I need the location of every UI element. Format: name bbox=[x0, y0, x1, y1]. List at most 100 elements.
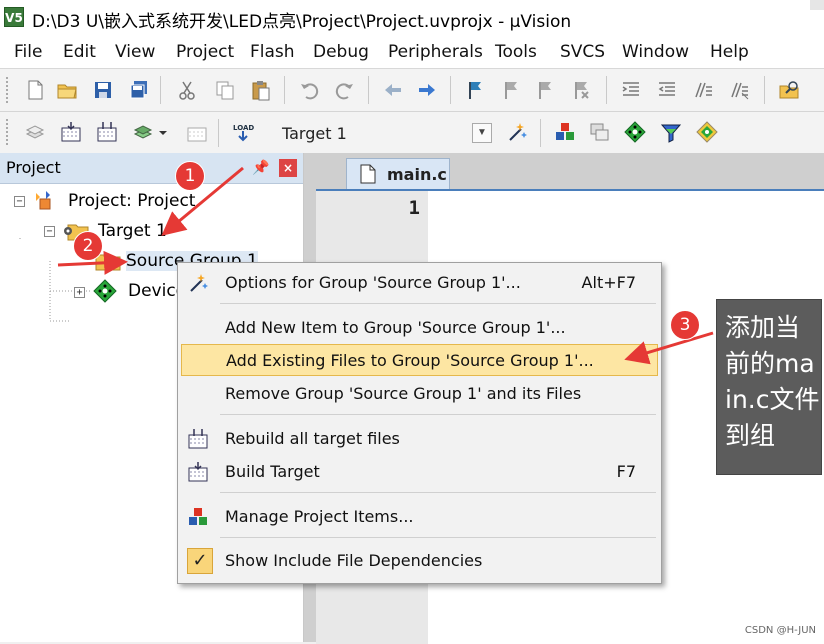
open-folder-icon[interactable] bbox=[54, 77, 80, 103]
stop-build-icon[interactable] bbox=[184, 119, 210, 145]
chevron-down-icon[interactable]: ▼ bbox=[472, 123, 492, 143]
close-icon[interactable]: × bbox=[279, 159, 297, 177]
menu-item-label: Rebuild all target files bbox=[225, 429, 400, 448]
menu-item-show-include-deps[interactable]: ✓ Show Include File Dependencies bbox=[181, 545, 658, 577]
menu-item-manage-project-items[interactable]: Manage Project Items... bbox=[181, 501, 658, 533]
menu-project[interactable]: Project bbox=[176, 42, 234, 62]
download-load-icon[interactable]: LOAD bbox=[230, 119, 256, 145]
translate-icon[interactable] bbox=[22, 119, 48, 145]
menu-item-build-target[interactable]: Build Target F7 bbox=[181, 456, 658, 488]
menu-separator bbox=[220, 537, 656, 538]
menu-item-options-for-group[interactable]: Options for Group 'Source Group 1'... Al… bbox=[181, 267, 658, 299]
indent-icon[interactable] bbox=[618, 77, 644, 103]
step-badge-2: 2 bbox=[73, 231, 103, 261]
uncomment-icon[interactable] bbox=[726, 77, 752, 103]
annotation-note-text: 添加当前的main.c文件到组 bbox=[725, 313, 820, 450]
document-icon bbox=[359, 164, 377, 189]
toolbar-separator bbox=[540, 119, 541, 147]
select-packs-icon[interactable] bbox=[658, 119, 684, 145]
line-number: 1 bbox=[408, 197, 420, 219]
unindent-icon[interactable] bbox=[654, 77, 680, 103]
rebuild-icon bbox=[187, 428, 209, 450]
collapse-project-toggle[interactable]: − bbox=[14, 196, 25, 207]
navigate-back-icon[interactable] bbox=[380, 77, 406, 103]
navigate-forward-icon[interactable] bbox=[414, 77, 440, 103]
menu-item-label: Build Target bbox=[225, 462, 320, 481]
project-root-icon bbox=[32, 189, 58, 218]
menu-item-add-new-item[interactable]: Add New Item to Group 'Source Group 1'..… bbox=[181, 312, 658, 344]
paste-icon[interactable] bbox=[248, 77, 274, 103]
toolbar-separator bbox=[160, 76, 161, 104]
toolbar-grip[interactable] bbox=[6, 119, 12, 145]
batch-dropdown-arrow-icon[interactable] bbox=[156, 119, 170, 145]
menu-item-add-existing-files[interactable]: Add Existing Files to Group 'Source Grou… bbox=[181, 344, 658, 376]
find-in-files-icon[interactable] bbox=[776, 77, 802, 103]
menu-separator bbox=[220, 492, 656, 493]
redo-icon[interactable] bbox=[332, 77, 358, 103]
menu-item-rebuild-all[interactable]: Rebuild all target files bbox=[181, 423, 658, 455]
rebuild-icon[interactable] bbox=[94, 119, 120, 145]
file-toolbar bbox=[0, 69, 824, 112]
undo-icon[interactable] bbox=[296, 77, 322, 103]
menu-edit[interactable]: Edit bbox=[63, 42, 96, 62]
menu-debug[interactable]: Debug bbox=[313, 42, 369, 62]
build-toolbar: LOAD Target 1 ▼ bbox=[0, 112, 824, 154]
menu-tools[interactable]: Tools bbox=[495, 42, 537, 62]
manage-items-icon[interactable] bbox=[552, 119, 578, 145]
toolbar-separator bbox=[764, 76, 765, 104]
prev-bookmark-icon[interactable] bbox=[498, 77, 524, 103]
toolbar-grip[interactable] bbox=[6, 77, 12, 103]
menu-item-label: Manage Project Items... bbox=[225, 507, 414, 526]
batch-build-icon[interactable] bbox=[130, 119, 156, 145]
tree-item-project-root[interactable]: Project: Project bbox=[68, 191, 195, 211]
annotation-note-box: 添加当前的main.c文件到组 bbox=[716, 299, 822, 475]
window-layout-icon[interactable] bbox=[586, 119, 612, 145]
menu-item-remove-group[interactable]: Remove Group 'Source Group 1' and its Fi… bbox=[181, 378, 658, 410]
options-wand-icon[interactable] bbox=[504, 119, 530, 145]
window-title: D:\D3 U\嵌入式系统开发\LED点亮\Project\Project.uv… bbox=[32, 12, 572, 32]
menu-view[interactable]: View bbox=[115, 42, 155, 62]
title-bar: V5 D:\D3 U\嵌入式系统开发\LED点亮\Project\Project… bbox=[0, 0, 824, 36]
copy-icon[interactable] bbox=[212, 77, 238, 103]
toolbar-separator bbox=[450, 76, 451, 104]
menu-peripherals[interactable]: Peripherals bbox=[388, 42, 483, 62]
menu-flash[interactable]: Flash bbox=[250, 42, 295, 62]
window-controls[interactable] bbox=[810, 0, 824, 10]
menu-svcs[interactable]: SVCS bbox=[560, 42, 605, 62]
menu-item-shortcut: Alt+F7 bbox=[581, 273, 636, 292]
watermark: CSDN @H-JUN bbox=[744, 625, 816, 636]
build-icon[interactable] bbox=[58, 119, 84, 145]
tab-label: main.c bbox=[387, 165, 447, 184]
project-panel-header: Project 📌 × bbox=[0, 153, 303, 184]
options-wand-icon bbox=[187, 272, 209, 294]
pin-icon[interactable]: 📌 bbox=[252, 159, 269, 176]
new-file-icon[interactable] bbox=[22, 77, 48, 103]
software-components-icon[interactable] bbox=[694, 119, 720, 145]
menu-help[interactable]: Help bbox=[710, 42, 749, 62]
collapse-target-toggle[interactable]: − bbox=[44, 226, 55, 237]
manage-items-icon bbox=[187, 506, 209, 528]
save-icon[interactable] bbox=[90, 77, 116, 103]
save-all-icon[interactable] bbox=[126, 77, 152, 103]
menu-window[interactable]: Window bbox=[622, 42, 689, 62]
project-panel-title: Project bbox=[6, 158, 61, 177]
clear-bookmarks-icon[interactable] bbox=[568, 77, 594, 103]
target-select-value: Target 1 bbox=[282, 124, 347, 143]
next-bookmark-icon[interactable] bbox=[532, 77, 558, 103]
tab-main-c[interactable]: main.c bbox=[346, 158, 450, 189]
comment-icon[interactable] bbox=[690, 77, 716, 103]
insert-bookmark-icon[interactable] bbox=[462, 77, 488, 103]
menu-item-label: Add New Item to Group 'Source Group 1'..… bbox=[225, 318, 566, 337]
menu-separator bbox=[220, 303, 656, 304]
menu-item-shortcut: F7 bbox=[616, 462, 636, 481]
tree-item-target[interactable]: Target 1 bbox=[98, 221, 167, 241]
menu-file[interactable]: File bbox=[14, 42, 42, 62]
pack-installer-icon[interactable] bbox=[622, 119, 648, 145]
cut-icon[interactable] bbox=[174, 77, 200, 103]
toolbar-separator bbox=[218, 119, 219, 147]
expand-device-toggle[interactable]: + bbox=[74, 287, 85, 298]
menu-item-label: Remove Group 'Source Group 1' and its Fi… bbox=[225, 384, 582, 403]
target-select[interactable]: Target 1 ▼ bbox=[270, 120, 498, 146]
toolbar-separator bbox=[368, 76, 369, 104]
step-badge-3: 3 bbox=[670, 310, 700, 340]
